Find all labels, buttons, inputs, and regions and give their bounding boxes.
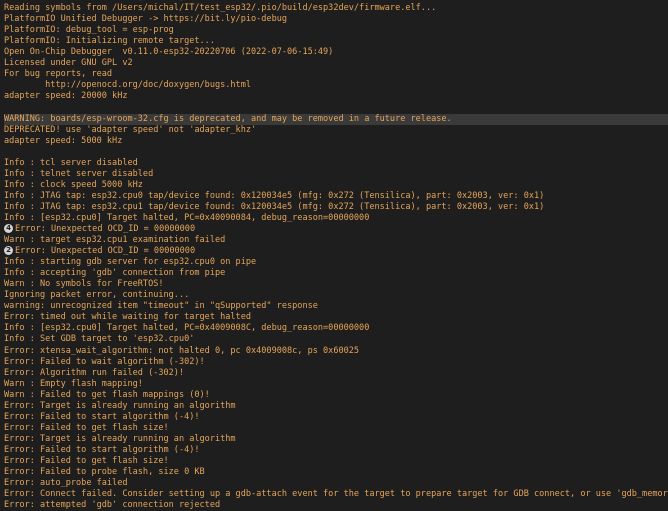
terminal-line-text: Info : clock speed 5000 kHz: [4, 179, 143, 190]
terminal-line-text: Error: Failed to start algorithm (-4)!: [4, 444, 200, 455]
terminal-line: Warn : Empty flash mapping!: [4, 379, 668, 390]
terminal-line-text: Error: Failed to probe flash, size 0 KB: [4, 467, 205, 478]
terminal-line: Warn : target esp32.cpu1 examination fai…: [4, 235, 668, 246]
terminal-line: Info : clock speed 5000 kHz: [4, 180, 668, 191]
terminal-line: Info : [esp32.cpu0] Target halted, PC=0x…: [4, 213, 668, 224]
terminal-line-text: Error: Failed to get flash size!: [4, 422, 169, 433]
terminal-line: Info : [esp32.cpu0] Target halted, PC=0x…: [4, 323, 668, 334]
terminal-line-text: Error: Unexpected OCD_ID = 00000000: [15, 223, 196, 234]
terminal-line-text: Info : starting gdb server for esp32.cpu…: [4, 257, 257, 268]
terminal-line: WARNING: boards/esp-wroom-32.cfg is depr…: [4, 113, 668, 125]
terminal-line-text: DEPRECATED! use 'adapter speed' not 'ada…: [4, 124, 257, 135]
terminal-line-text: Error: auto_probe failed: [4, 478, 128, 489]
terminal-line: PlatformIO: debug_tool = esp-prog: [4, 25, 668, 36]
terminal-line: 4 Error: Unexpected OCD_ID = 00000000: [4, 223, 668, 235]
terminal-line: Error: Target is already running an algo…: [4, 401, 668, 412]
terminal-line: Error: attempted 'gdb' connection reject…: [4, 500, 668, 511]
terminal-line: adapter speed: 20000 kHz: [4, 91, 668, 102]
terminal-line: Warn : Failed to get flash mappings (0)!: [4, 390, 668, 401]
terminal-line: Ignoring packet error, continuing...: [4, 290, 668, 301]
terminal-line: DEPRECATED! use 'adapter speed' not 'ada…: [4, 125, 668, 136]
terminal-line-text: Error: Unexpected OCD_ID = 00000000: [15, 246, 196, 257]
terminal-line-text: Info : accepting 'gdb' connection from p…: [4, 268, 226, 279]
terminal-line: Info : accepting 'gdb' connection from p…: [4, 268, 668, 279]
terminal-line-text: Error: Target is already running an algo…: [4, 433, 236, 444]
terminal-line-text: Open On-Chip Debugger v0.11.0-esp32-2022…: [4, 47, 334, 58]
terminal-output[interactable]: ========================= [SUCCESS] Took…: [0, 0, 668, 511]
terminal-line-text: For bug reports, read: [4, 69, 113, 80]
terminal-line-text: Info : tcl server disabled: [4, 157, 138, 168]
terminal-line-text: Error: timed out while waiting for targe…: [4, 312, 251, 323]
terminal-line-text: http://openocd.org/doc/doxygen/bugs.html: [4, 80, 251, 91]
terminal-line: Info : JTAG tap: esp32.cpu1 tap/device f…: [4, 202, 668, 213]
repeat-count-badge: 2: [4, 246, 13, 256]
terminal-line-text: Info : [esp32.cpu0] Target halted, PC=0x…: [4, 323, 370, 334]
terminal-line: Error: Target is already running an algo…: [4, 434, 668, 445]
terminal-line: Error: Failed to get flash size!: [4, 456, 668, 467]
terminal-line-text: adapter speed: 5000 kHz: [4, 135, 123, 146]
terminal-line-text: Error: Algorithm run failed (-302)!: [4, 367, 185, 378]
terminal-line-text: Error: Failed to wait algorithm (-302)!: [4, 356, 205, 367]
terminal-line: Error: auto_probe failed: [4, 478, 668, 489]
terminal-line-text: WARNING: boards/esp-wroom-32.cfg is depr…: [4, 113, 452, 124]
terminal-line: Error: Failed to start algorithm (-4)!: [4, 412, 668, 423]
terminal-line-text: Info : Set GDB target to 'esp32.cpu0': [4, 334, 195, 345]
terminal-line-text: PlatformIO Unified Debugger -> https://b…: [4, 14, 288, 25]
terminal-line-text: PlatformIO: debug_tool = esp-prog: [4, 25, 174, 36]
terminal-line-text: Error: Connect failed. Consider setting …: [4, 489, 668, 500]
terminal-line-text: Ignoring packet error, continuing...: [4, 290, 190, 301]
terminal-line: Info : tcl server disabled: [4, 158, 668, 169]
terminal-line: PlatformIO: Initializing remote target..…: [4, 36, 668, 47]
terminal-line: Error: Connect failed. Consider setting …: [4, 489, 668, 500]
terminal-line: Open On-Chip Debugger v0.11.0-esp32-2022…: [4, 47, 668, 58]
terminal-line: Error: Failed to probe flash, size 0 KB: [4, 467, 668, 478]
terminal-line: warning: unrecognized item "timeout" in …: [4, 301, 668, 312]
terminal-line: http://openocd.org/doc/doxygen/bugs.html: [4, 80, 668, 91]
terminal-line: Info : telnet server disabled: [4, 169, 668, 180]
terminal-line: Error: Algorithm run failed (-302)!: [4, 368, 668, 379]
terminal-line: Reading symbols from /Users/michal/IT/te…: [4, 3, 668, 14]
terminal-line: Info : starting gdb server for esp32.cpu…: [4, 257, 668, 268]
terminal-line: 2 Error: Unexpected OCD_ID = 00000000: [4, 246, 668, 257]
terminal-line-text: Info : [esp32.cpu0] Target halted, PC=0x…: [4, 212, 370, 223]
terminal-line-text: adapter speed: 20000 kHz: [4, 91, 128, 102]
terminal-line: Warn : No symbols for FreeRTOS!: [4, 279, 668, 290]
terminal-line-text: warning: unrecognized item "timeout" in …: [4, 301, 318, 312]
terminal-line-text: Warn : Empty flash mapping!: [4, 378, 143, 389]
terminal-line-text: Licensed under GNU GPL v2: [4, 58, 133, 69]
terminal-line: Error: timed out while waiting for targe…: [4, 312, 668, 323]
terminal-line: Licensed under GNU GPL v2: [4, 58, 668, 69]
terminal-line-text: Error: Failed to start algorithm (-4)!: [4, 411, 200, 422]
terminal-line-text: Error: xtensa_wait_algorithm: not halted…: [4, 345, 360, 356]
terminal-line-text: Reading symbols from /Users/michal/IT/te…: [4, 3, 437, 14]
terminal-line: Error: Failed to get flash size!: [4, 423, 668, 434]
terminal-line: For bug reports, read: [4, 69, 668, 80]
terminal-line-text: Info : JTAG tap: esp32.cpu0 tap/device f…: [4, 190, 545, 201]
terminal-line: Info : Set GDB target to 'esp32.cpu0': [4, 334, 668, 345]
terminal-line: PlatformIO Unified Debugger -> https://b…: [4, 14, 668, 25]
terminal-line: Error: Failed to wait algorithm (-302)!: [4, 357, 668, 368]
terminal-line-text: PlatformIO: Initializing remote target..…: [4, 36, 215, 47]
terminal-line: Error: xtensa_wait_algorithm: not halted…: [4, 346, 668, 357]
terminal-line-text: Error: Target is already running an algo…: [4, 400, 236, 411]
terminal-line-text: Info : telnet server disabled: [4, 168, 154, 179]
terminal-line: Error: Failed to start algorithm (-4)!: [4, 445, 668, 456]
terminal-line-text: Warn : No symbols for FreeRTOS!: [4, 279, 164, 290]
terminal-line: Info : JTAG tap: esp32.cpu0 tap/device f…: [4, 191, 668, 202]
repeat-count-badge: 4: [4, 223, 13, 233]
terminal-line: adapter speed: 5000 kHz: [4, 136, 668, 147]
terminal-line-text: Info : JTAG tap: esp32.cpu1 tap/device f…: [4, 201, 545, 212]
terminal-line-text: ========================= [SUCCESS] Took…: [4, 0, 411, 2]
terminal-line-text: Error: Failed to get flash size!: [4, 455, 169, 466]
terminal-line-text: Warn : Failed to get flash mappings (0)!: [4, 389, 210, 400]
terminal-line-text: Warn : target esp32.cpu1 examination fai…: [4, 235, 226, 246]
terminal-line-text: Error: attempted 'gdb' connection reject…: [4, 500, 221, 511]
